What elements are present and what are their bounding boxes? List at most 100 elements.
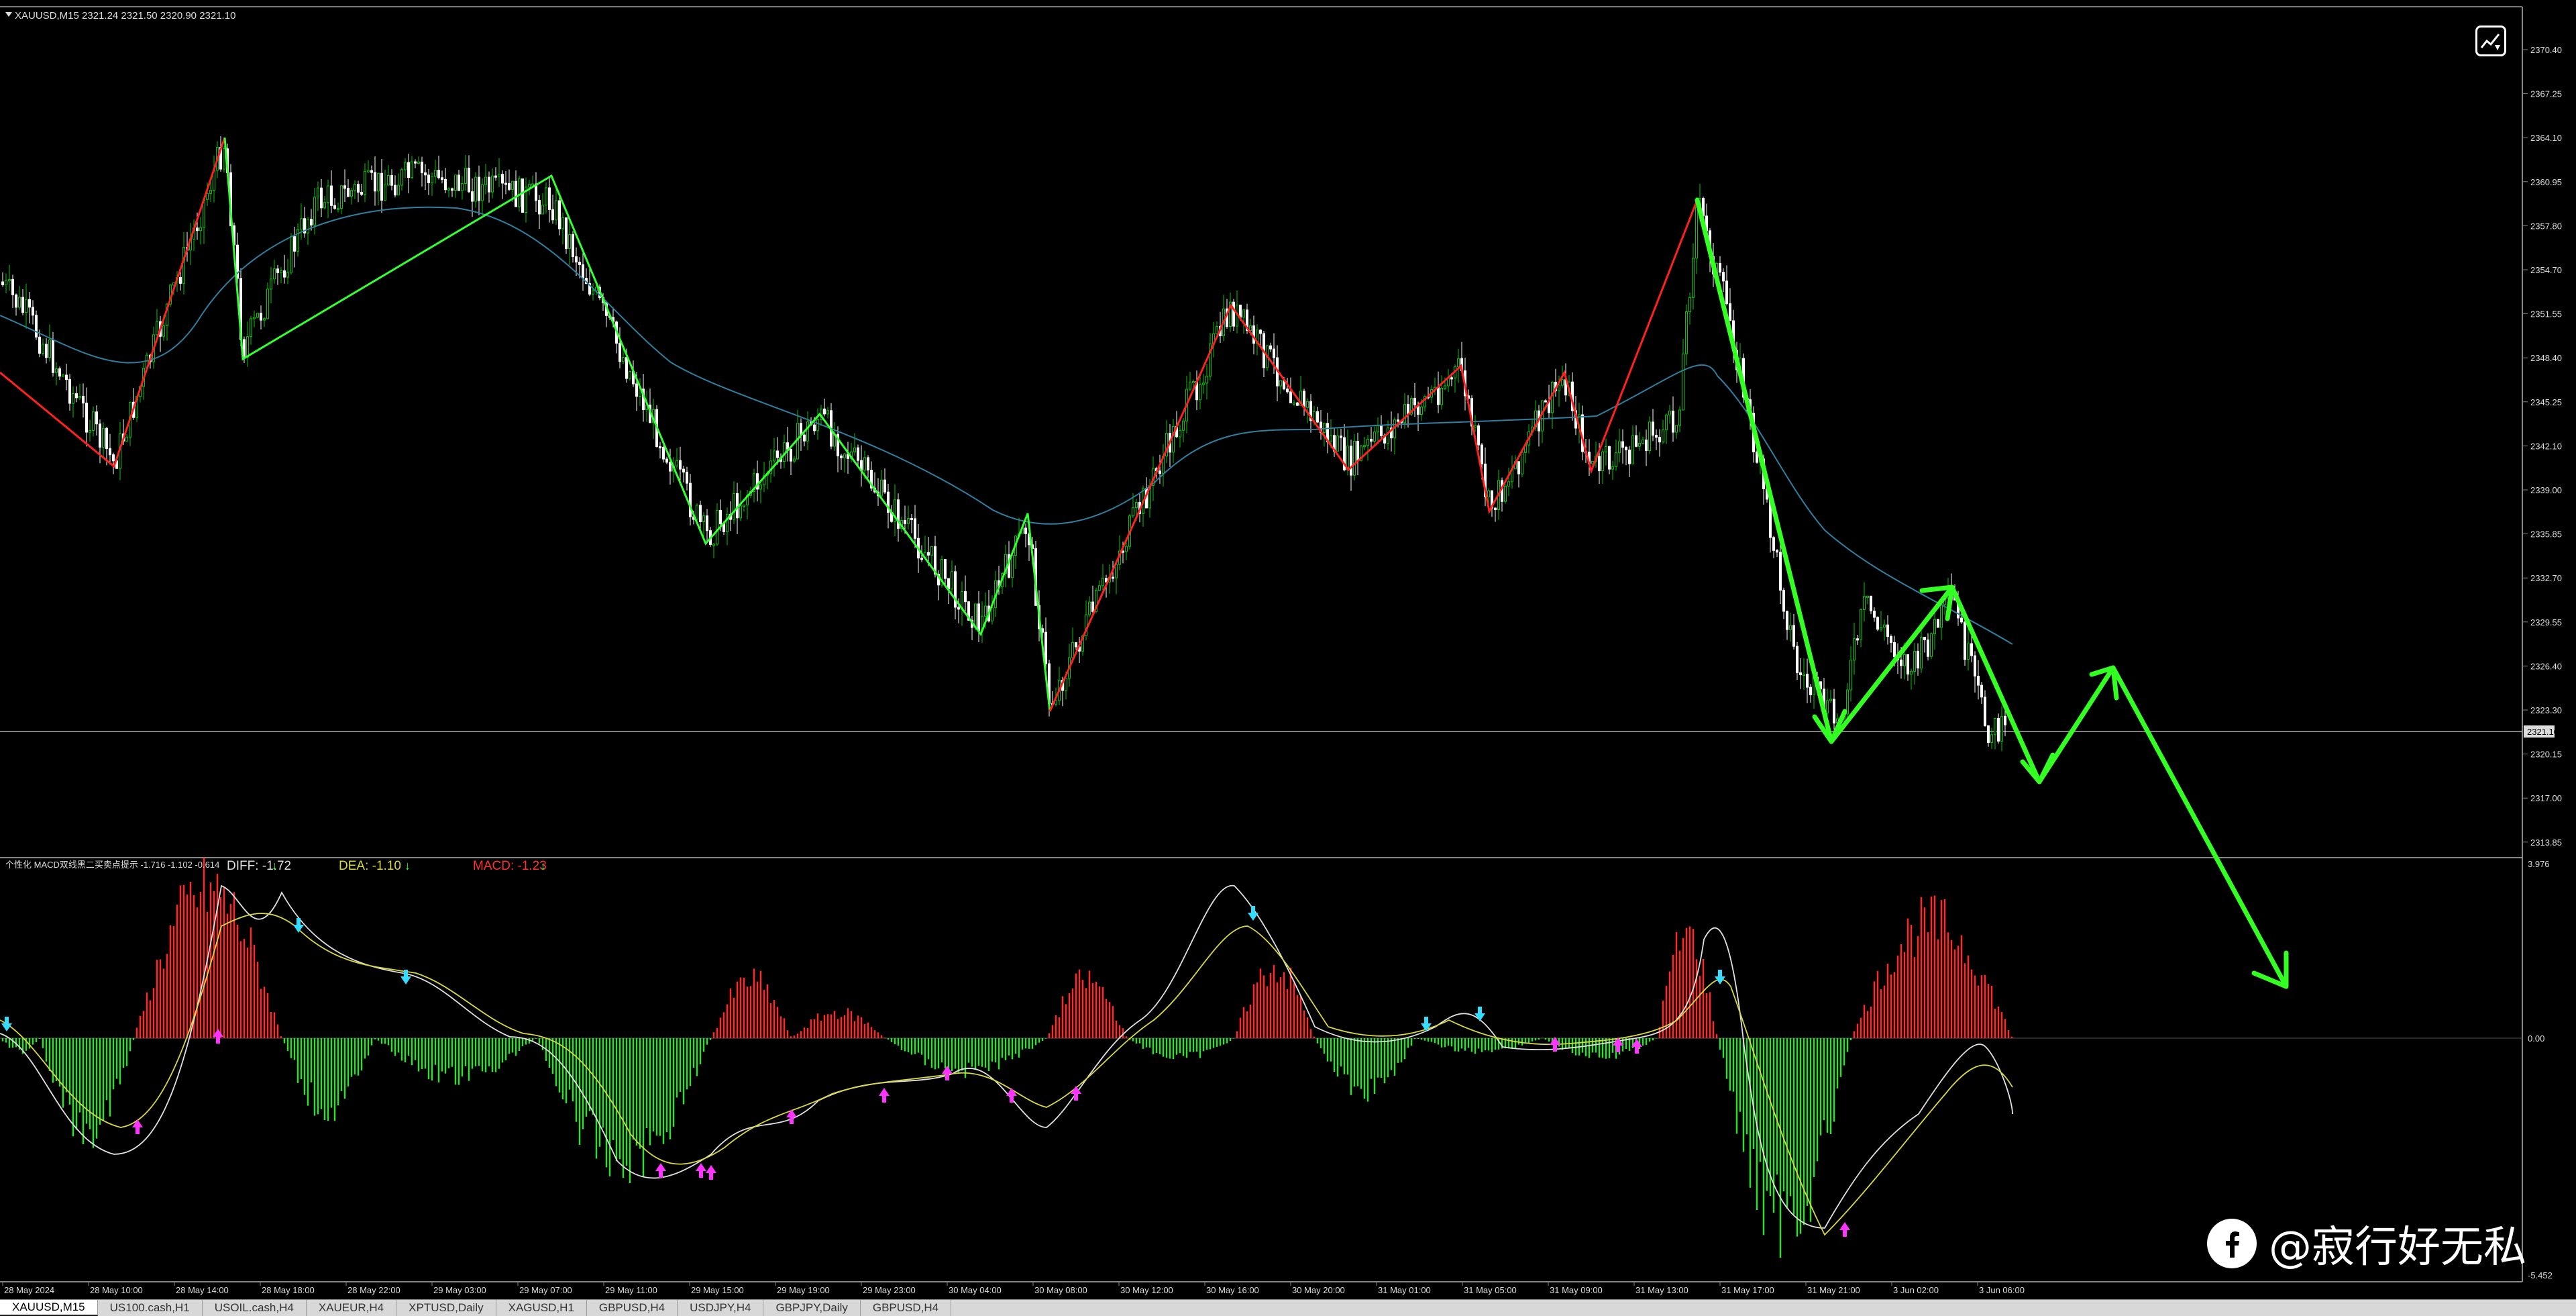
candle-body: [1558, 385, 1560, 391]
candle-body: [1933, 619, 1936, 634]
candle-body: [1682, 353, 1684, 411]
candle-body: [400, 169, 403, 186]
candle-body: [504, 183, 507, 185]
candle-body: [196, 227, 199, 232]
candle-body: [52, 340, 54, 373]
candle-body: [263, 318, 266, 321]
candle-body: [1860, 609, 1862, 640]
candle-body: [397, 185, 400, 196]
candle-body: [441, 177, 443, 181]
candle-body: [78, 396, 81, 399]
candle-body: [5, 280, 7, 286]
candle-body: [1806, 673, 1809, 688]
price-tick-label: 2326.40: [2530, 661, 2562, 671]
candle-body: [42, 344, 44, 354]
candle-body: [380, 172, 383, 201]
candle-body: [776, 450, 779, 458]
candle-body: [790, 448, 792, 462]
candle-body: [1638, 442, 1641, 447]
candle-body: [662, 446, 665, 460]
candle-body: [682, 468, 685, 472]
candle-body: [1776, 550, 1778, 553]
price-tick-label: 2323.30: [2530, 705, 2562, 715]
tab-xauusd-m15[interactable]: XAUUSD,M15: [0, 1300, 98, 1316]
candle-body: [1112, 576, 1114, 579]
candle-body: [1725, 281, 1728, 305]
price-tick-label: 2360.95: [2530, 177, 2562, 187]
candle-body: [625, 357, 628, 379]
price-tick-label: 2364.10: [2530, 133, 2562, 143]
candle-body: [920, 558, 923, 560]
time-tick-label: 3 Jun 02:00: [1893, 1285, 1939, 1295]
candle-body: [55, 368, 58, 373]
candle-body: [1970, 643, 1973, 656]
candle-body: [957, 607, 960, 610]
candle-body: [1202, 383, 1205, 385]
time-tick-label: 30 May 16:00: [1206, 1285, 1259, 1295]
candle-body: [759, 485, 762, 490]
candle-body: [816, 419, 819, 432]
candle-body: [1289, 391, 1292, 403]
candle-body: [1829, 699, 1832, 701]
candle-body: [857, 447, 859, 461]
tab-xptusd-daily[interactable]: XPTUSD,Daily: [396, 1300, 496, 1316]
tab-usoil-cash-h4[interactable]: USOIL.cash,H4: [203, 1300, 307, 1316]
candle-body: [863, 457, 866, 471]
candle-body: [629, 370, 631, 379]
candle-body: [1397, 419, 1399, 422]
candle-body: [374, 172, 376, 192]
candle-body: [333, 205, 336, 209]
candle-body: [1179, 429, 1181, 438]
tab-gbpusd-h4[interactable]: GBPUSD,H4: [861, 1300, 952, 1316]
candle-body: [1098, 585, 1101, 591]
indicator-axis-bottom: -5.452: [2528, 1270, 2553, 1280]
time-tick-label: 28 May 2024: [4, 1285, 54, 1295]
tab-gbpusd-h4[interactable]: GBPUSD,H4: [587, 1300, 678, 1316]
tab-xaueur-h4[interactable]: XAUEUR,H4: [307, 1300, 397, 1316]
candle-body: [843, 453, 846, 458]
candle-body: [411, 161, 413, 179]
time-tick-label: 31 May 17:00: [1721, 1285, 1774, 1295]
tab-usdjpy-h4[interactable]: USDJPY,H4: [678, 1300, 764, 1316]
candle-body: [62, 374, 64, 377]
candle-body: [82, 396, 85, 404]
chart-window-icon[interactable]: [2475, 26, 2506, 56]
tab-xagusd-h1[interactable]: XAGUSD,H1: [496, 1300, 587, 1316]
candle-body: [270, 279, 272, 290]
candle-body: [1655, 435, 1658, 438]
chart-area[interactable]: XAUUSD,M15 2321.24 2321.50 2320.90 2321.…: [0, 0, 2576, 1315]
time-tick-label: 30 May 20:00: [1292, 1285, 1345, 1295]
candle-body: [1205, 375, 1208, 384]
price-tick-label: 2329.55: [2530, 617, 2562, 627]
candle-body: [102, 427, 105, 448]
candle-body: [1192, 381, 1195, 383]
candle-body: [508, 183, 511, 190]
candle-body: [109, 448, 111, 456]
candle-body: [1011, 555, 1014, 578]
tab-gbpjpy-daily[interactable]: GBPJPY,Daily: [763, 1300, 861, 1316]
candle-body: [1373, 432, 1376, 442]
candle-body: [1980, 685, 1983, 698]
candle-body: [548, 187, 551, 210]
candle-body: [572, 234, 574, 258]
candle-body: [1974, 655, 1976, 676]
candle-body: [468, 167, 470, 193]
candle-body: [699, 505, 702, 523]
candle-body: [1876, 617, 1879, 630]
candle-body: [437, 170, 440, 179]
candle-body: [1440, 388, 1443, 405]
candle-body: [478, 176, 480, 201]
trend-chart-icon: [2480, 34, 2500, 50]
candle-body: [1306, 401, 1309, 408]
candle-body: [35, 315, 38, 338]
candle-body: [689, 483, 692, 517]
candle-body: [676, 460, 678, 466]
candle-body: [404, 162, 407, 170]
candle-body: [883, 479, 886, 493]
candle-body: [350, 190, 353, 197]
candle-body: [48, 340, 51, 358]
candle-body: [357, 184, 360, 193]
candle-body: [89, 429, 91, 433]
candle-body: [11, 279, 14, 295]
tab-us100-cash-h1[interactable]: US100.cash,H1: [98, 1300, 203, 1316]
